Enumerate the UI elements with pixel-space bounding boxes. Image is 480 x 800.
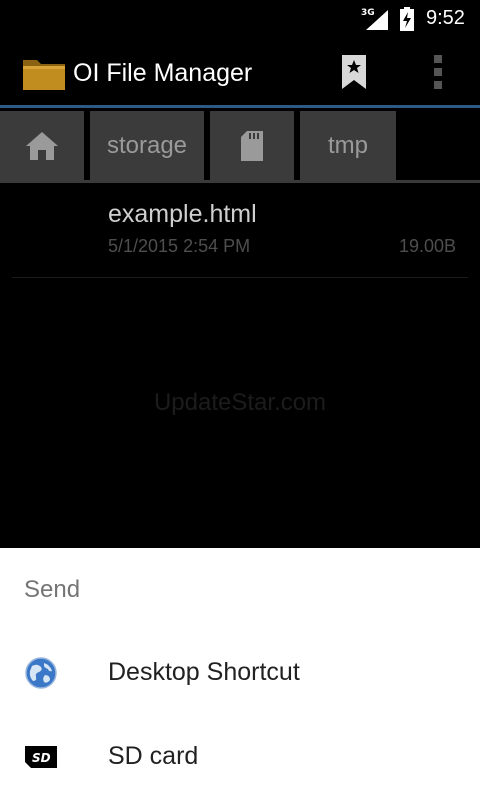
send-option-desktop-shortcut[interactable]: Desktop Shortcut	[0, 632, 480, 716]
breadcrumb-storage[interactable]: storage	[90, 111, 204, 180]
overflow-menu-button[interactable]	[420, 52, 456, 92]
breadcrumb: storage tmp	[0, 111, 480, 183]
send-option-label: SD card	[108, 742, 199, 770]
file-date: 5/1/2015 2:54 PM	[108, 236, 251, 256]
bookmarks-button[interactable]	[336, 52, 372, 92]
svg-text:SD: SD	[32, 751, 51, 765]
breadcrumb-home[interactable]	[0, 111, 84, 180]
list-item[interactable]: example.html 5/1/2015 2:54 PM 19.00B	[12, 186, 468, 278]
globe-icon	[24, 656, 58, 690]
bookmark-icon	[342, 55, 366, 89]
breadcrumb-label: storage	[106, 131, 188, 159]
watermark: UpdateStar.com	[153, 389, 327, 416]
sd-card-icon	[241, 130, 263, 161]
send-option-label: Desktop Shortcut	[108, 658, 300, 686]
home-icon	[26, 131, 58, 160]
breadcrumb-label: tmp	[327, 131, 368, 159]
action-bar: OI File Manager	[0, 38, 480, 108]
status-bar: 3G 9:52	[0, 0, 480, 38]
breadcrumb-sdcard[interactable]	[210, 111, 294, 180]
sheet-title: Send	[24, 576, 81, 603]
send-sheet: Send Desktop Shortcut SD SD card	[0, 548, 480, 800]
file-name: example.html	[108, 200, 257, 228]
breadcrumb-tmp[interactable]: tmp	[300, 111, 396, 180]
overflow-menu-icon	[434, 55, 442, 89]
clock: 9:52	[426, 7, 465, 29]
battery-charging-icon	[400, 7, 414, 31]
sd-card-icon: SD	[24, 740, 58, 774]
folder-app-icon[interactable]	[22, 54, 66, 92]
file-size: 19.00B	[398, 236, 456, 256]
send-option-sd-card[interactable]: SD SD card	[0, 716, 480, 800]
app-title: OI File Manager	[73, 59, 253, 87]
signal-icon	[366, 10, 388, 30]
file-list: example.html 5/1/2015 2:54 PM 19.00B Upd…	[0, 186, 480, 548]
